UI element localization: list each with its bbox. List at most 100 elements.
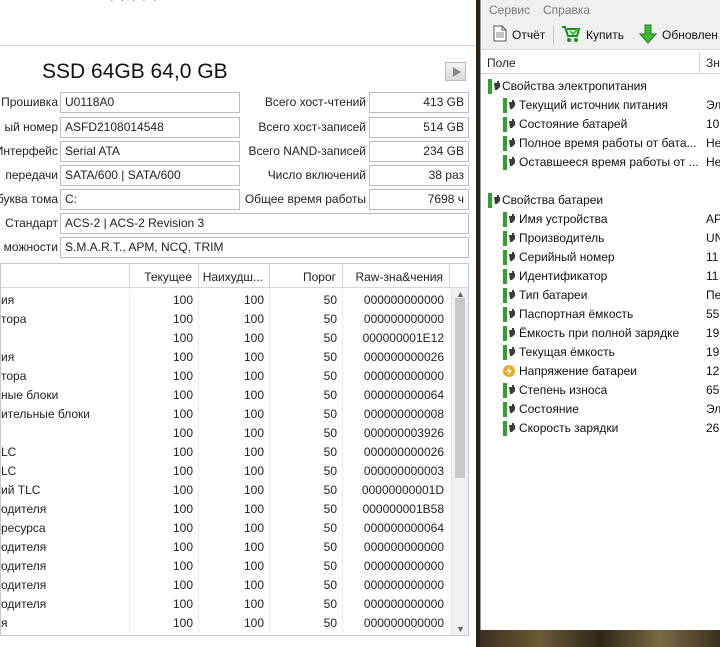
disk-info-window: · · · · · SSD 64GB 64,0 GB Прошивка U011… [0, 0, 476, 647]
table-row[interactable]: LC 100 100 50 000000000003 [1, 461, 449, 480]
property-value: 19 [706, 326, 720, 340]
property-row[interactable]: Тип батареи Пе [481, 286, 720, 305]
property-row[interactable]: Производитель UN [481, 229, 720, 248]
property-value: 11 [706, 250, 719, 264]
property-row[interactable]: Имя устройства AP [481, 210, 720, 229]
threshold-value: 50 [323, 312, 337, 326]
property-row[interactable]: Полное время работы от бата... Не [481, 134, 720, 153]
menu-help[interactable]: Справка [543, 3, 590, 17]
current-value: 100 [172, 388, 193, 402]
property-group[interactable]: Свойства батареи [481, 191, 720, 210]
power-plug-icon [502, 155, 516, 173]
table-row[interactable]: ий TLC 100 100 50 00000000001D [1, 480, 449, 499]
table-row[interactable]: ные блоки 100 100 50 000000000064 [1, 385, 449, 404]
power-plug-icon [502, 421, 516, 439]
property-row[interactable]: Оставшееся время работы от ... Не [481, 153, 720, 172]
property-row[interactable]: Степень износа 65 [481, 381, 720, 400]
nand-writes-label: Всего NAND-записей [248, 144, 366, 158]
table-row[interactable]: одителя 100 100 50 000000000000 [1, 556, 449, 575]
current-value: 100 [172, 559, 193, 573]
table-row[interactable]: одителя 100 100 50 000000000000 [1, 537, 449, 556]
attribute-name: тора [1, 369, 27, 383]
attribute-name: одителя [1, 502, 47, 516]
table-row[interactable]: ресурса 100 100 50 000000000064 [1, 518, 449, 537]
table-row[interactable]: тора 100 100 50 000000000000 [1, 309, 449, 328]
current-value: 100 [172, 331, 193, 345]
property-row[interactable]: Состояние Эл [481, 400, 720, 419]
firmware-label: Прошивка [1, 95, 58, 109]
threshold-value: 50 [323, 540, 337, 554]
property-row[interactable]: Ёмкость при полной зарядке 19 [481, 324, 720, 343]
power-plug-icon [502, 98, 516, 116]
worst-value: 100 [243, 521, 264, 535]
table-row[interactable]: одителя 100 100 50 000000000000 [1, 594, 449, 613]
worst-value: 100 [243, 407, 264, 421]
menu-service[interactable]: Сервис [489, 3, 530, 17]
scroll-down-icon[interactable]: ▼ [456, 624, 465, 634]
table-row[interactable]: я 100 100 50 000000000000 [1, 613, 449, 632]
property-row[interactable]: Идентификатор 11 [481, 267, 720, 286]
table-row[interactable]: LC 100 100 50 000000000026 [1, 442, 449, 461]
header-worst[interactable]: Наихудш... [203, 270, 263, 284]
raw-value: 000000001E12 [362, 331, 444, 345]
play-icon[interactable] [445, 62, 466, 81]
power-plug-icon [502, 269, 516, 287]
property-row[interactable]: Текущая ёмкость 19 [481, 343, 720, 362]
table-row[interactable]: 100 100 50 000000001E12 [1, 328, 449, 347]
attribute-name: ресурса [1, 521, 46, 535]
worst-value: 100 [243, 388, 264, 402]
desktop-background [480, 630, 720, 647]
host-writes-value: 514 GB [369, 117, 469, 138]
property-name: Состояние батарей [519, 117, 628, 131]
raw-value: 000000000000 [363, 293, 444, 307]
table-row[interactable]: 100 100 50 000000003926 [1, 423, 449, 442]
header-threshold[interactable]: Порог [303, 270, 336, 284]
table-row[interactable]: тора 100 100 50 000000000000 [1, 366, 449, 385]
report-button[interactable]: Отчёт [493, 24, 545, 46]
raw-value: 00000000001D [361, 483, 444, 497]
update-button[interactable]: Обновлен [638, 24, 718, 46]
property-row[interactable]: Текущий источник питания Эл [481, 96, 720, 115]
property-value: 55 [706, 307, 720, 321]
power-plug-icon [502, 250, 516, 268]
property-row[interactable]: Состояние батарей 10 [481, 115, 720, 134]
property-value: Эл [706, 98, 720, 112]
current-value: 100 [172, 312, 193, 326]
table-row[interactable]: одителя 100 100 50 000000001B58 [1, 499, 449, 518]
property-group[interactable]: Свойства электропитания [481, 77, 720, 96]
table-row[interactable]: ия 100 100 50 000000000026 [1, 347, 449, 366]
threshold-value: 50 [323, 597, 337, 611]
header-raw[interactable]: Raw-зна&чения [355, 270, 443, 284]
voltage-icon [502, 364, 516, 381]
property-row[interactable]: Серийный номер 11 [481, 248, 720, 267]
power-on-count-value: 38 раз [369, 165, 469, 186]
threshold-value: 50 [323, 483, 337, 497]
current-value: 100 [172, 502, 193, 516]
scrollbar-thumb[interactable] [455, 298, 465, 478]
document-icon [493, 25, 507, 45]
buy-button[interactable]: Купить [561, 24, 624, 46]
table-row[interactable]: ия 100 100 50 000000000000 [1, 290, 449, 309]
header-current[interactable]: Текущее [144, 270, 192, 284]
property-row[interactable]: Напряжение батареи 12. [481, 362, 720, 381]
property-row[interactable]: Паспортная ёмкость 55 [481, 305, 720, 324]
worst-value: 100 [243, 502, 264, 516]
serial-label: ый номер [4, 120, 58, 134]
current-value: 100 [172, 521, 193, 535]
property-name: Степень износа [519, 383, 608, 397]
property-value: 19 [706, 345, 720, 359]
header-field[interactable]: Поле [487, 56, 516, 70]
property-value: Пе [706, 288, 720, 302]
table-row[interactable]: ительные блоки 100 100 50 000000000008 [1, 404, 449, 423]
table-row[interactable]: одителя 100 100 50 000000000000 [1, 575, 449, 594]
header-value[interactable]: Зн [706, 56, 720, 70]
power-on-hours-label: Общее время работы [244, 192, 366, 206]
raw-value: 000000000003 [363, 464, 444, 478]
property-row[interactable]: Скорость зарядки 26 [481, 419, 720, 438]
property-group-title: Свойства электропитания [502, 79, 647, 93]
smart-table-scrollbar[interactable]: ▲ ▼ [451, 288, 468, 635]
property-name: Тип батареи [519, 288, 588, 302]
worst-value: 100 [243, 597, 264, 611]
current-value: 100 [172, 464, 193, 478]
current-value: 100 [172, 426, 193, 440]
